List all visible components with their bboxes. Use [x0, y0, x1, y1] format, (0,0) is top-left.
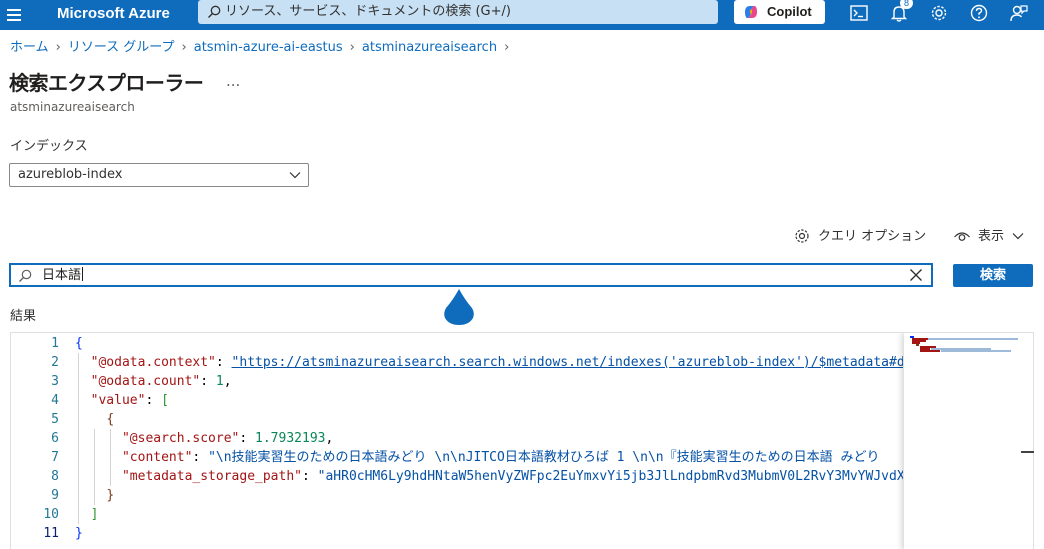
gear-icon	[795, 229, 809, 243]
json-bracket: ]	[90, 507, 99, 522]
json-key: "@search.score"	[121, 431, 240, 446]
notification-count-badge: 8	[900, 0, 913, 9]
brand-logo[interactable]: Microsoft Azure	[57, 3, 170, 25]
top-navigation-bar: Microsoft Azure リソース、サービス、ドキュメントの検索 (G+/…	[0, 0, 1044, 30]
line-number: 2	[51, 355, 59, 370]
text-cursor	[82, 267, 84, 281]
line-number: 1	[51, 336, 59, 351]
line-number: 7	[51, 450, 59, 465]
json-string: "aHR0cHM6Ly9hdHNtaW5henVyZWFpc2EuYmxvYi5…	[317, 469, 903, 484]
query-text: 日本語	[42, 267, 84, 284]
chevron-right-icon: ›	[504, 40, 510, 55]
breadcrumb-resource-groups[interactable]: リソース グループ	[68, 40, 175, 55]
json-key: "@odata.count"	[90, 374, 201, 389]
clear-close-icon[interactable]	[909, 268, 923, 282]
minimap-line	[916, 344, 919, 346]
view-menu-label: 表示	[978, 229, 1005, 244]
minimap-line	[928, 338, 1018, 340]
line-number: 4	[51, 393, 59, 408]
view-menu-button[interactable]: 表示	[953, 227, 1033, 247]
breadcrumb: ホーム › リソース グループ › atsmin-azure-ai-eastus › ats…	[10, 39, 516, 57]
copilot-icon	[745, 6, 757, 18]
minimap-line	[920, 350, 940, 352]
chevron-down-icon	[1012, 233, 1024, 240]
breadcrumb-home[interactable]: ホーム	[10, 40, 49, 55]
line-number: 6	[51, 431, 59, 446]
more-options-button[interactable]: ...	[226, 72, 240, 90]
json-bracket: [	[161, 393, 169, 408]
cloud-shell-icon[interactable]	[848, 2, 870, 24]
code-line: }	[75, 486, 114, 505]
portal-menu-icon[interactable]	[5, 5, 25, 25]
search-icon	[208, 5, 221, 18]
json-brace: {	[75, 336, 83, 351]
json-code: { "@odata.context": "https://atsminazure…	[75, 333, 903, 549]
index-dropdown[interactable]: azureblob-index	[9, 163, 309, 187]
code-line: }	[75, 524, 83, 543]
copilot-label: Copilot	[767, 4, 812, 19]
json-key: "value"	[90, 393, 146, 408]
json-link[interactable]: "https://atsminazureaisearch.search.wind…	[232, 355, 903, 370]
index-selected-value: azureblob-index	[18, 167, 123, 182]
scrollbar-position-marker	[1021, 451, 1034, 453]
line-number: 3	[51, 374, 59, 389]
page-title: 検索エクスプローラー	[9, 71, 204, 95]
copilot-button[interactable]: Copilot	[734, 0, 825, 24]
index-label: インデックス	[10, 139, 88, 154]
json-number: 1	[215, 374, 224, 389]
global-search-placeholder: リソース、サービス、ドキュメントの検索 (G+/)	[225, 4, 511, 19]
line-number: 10	[43, 507, 59, 522]
minimap-line	[941, 350, 1011, 352]
chevron-right-icon: ›	[55, 40, 61, 55]
line-number: 8	[51, 469, 59, 484]
code-line: {	[75, 410, 114, 429]
page-subtitle: atsminazureaisearch	[10, 100, 135, 114]
feedback-person-icon[interactable]	[1008, 2, 1030, 24]
results-label: 結果	[10, 309, 37, 324]
code-line: "content": "\n技能実習生のための日本語みどり \n\nJITCO日…	[121, 450, 880, 465]
query-options-label: クエリ オプション	[818, 229, 927, 244]
code-line: "@odata.context": "https://atsminazureai…	[75, 353, 903, 372]
line-number: 5	[51, 412, 59, 427]
query-value: 日本語	[42, 268, 82, 283]
code-line: ]	[75, 505, 99, 524]
code-line: "metadata_storage_path": "aHR0cHM6Ly9hdH…	[75, 467, 903, 486]
json-number: 1.7932193	[255, 431, 326, 446]
help-question-icon[interactable]	[968, 2, 990, 24]
json-key: "content"	[121, 450, 193, 465]
search-icon	[19, 269, 32, 282]
global-search-input[interactable]: リソース、サービス、ドキュメントの検索 (G+/)	[198, 0, 718, 24]
code-line: "@odata.count": 1,	[90, 374, 232, 389]
code-line: "@search.score": 1.7932193,	[121, 431, 334, 446]
line-number-gutter: 1 2 3 4 5 6 7 8 9 10 11	[11, 333, 61, 549]
line-number: 9	[51, 488, 59, 503]
eye-icon	[954, 232, 970, 241]
json-brace: {	[106, 412, 115, 427]
json-brace: }	[75, 526, 83, 541]
json-key: "metadata_storage_path"	[121, 469, 302, 484]
chevron-right-icon: ›	[181, 40, 187, 55]
search-button[interactable]: 検索	[953, 264, 1033, 287]
drop-pointer-icon	[444, 289, 474, 325]
code-line: {	[75, 334, 83, 353]
line-number-active: 11	[43, 526, 59, 541]
query-search-input[interactable]: 日本語	[9, 263, 933, 287]
chevron-down-icon	[289, 172, 301, 179]
chevron-right-icon: ›	[349, 40, 355, 55]
json-key: "@odata.context"	[90, 355, 216, 370]
code-line: "value": [	[90, 393, 169, 408]
results-json-editor[interactable]: 1 2 3 4 5 6 7 8 9 10 11 { "@odata.contex…	[10, 332, 1034, 549]
breadcrumb-resource-group[interactable]: atsmin-azure-ai-eastus	[194, 40, 343, 55]
editor-minimap[interactable]	[904, 333, 1033, 549]
settings-gear-icon[interactable]	[928, 2, 950, 24]
json-brace: }	[106, 488, 115, 503]
breadcrumb-search-service[interactable]: atsminazureaisearch	[362, 40, 497, 55]
json-string: "\n技能実習生のための日本語みどり \n\nJITCO日本語教材ひろば 1 \…	[208, 450, 880, 465]
